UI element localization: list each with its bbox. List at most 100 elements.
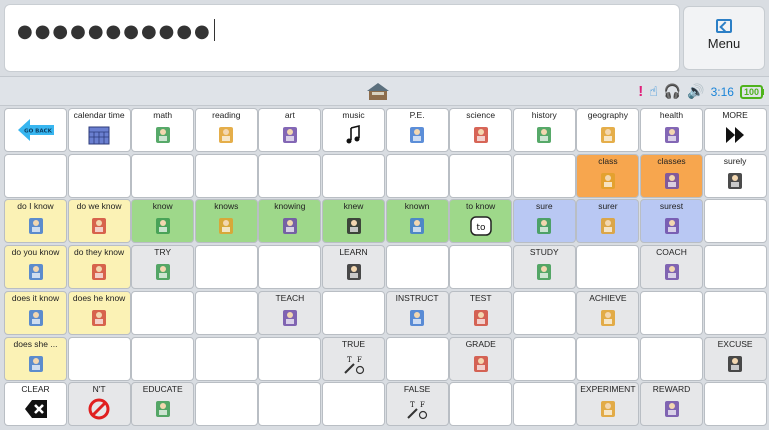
grid-button-try[interactable]: TRY: [131, 245, 195, 290]
grid-button-knows[interactable]: knows: [194, 199, 258, 244]
touch-icon[interactable]: ☝: [649, 83, 658, 100]
grid-button-clear[interactable]: CLEAR: [4, 382, 67, 427]
grid-button-n-t[interactable]: N'T: [67, 382, 131, 427]
grid-button-empty[interactable]: [194, 153, 258, 198]
grid-button-empty[interactable]: [640, 336, 703, 381]
grid-button-to-know[interactable]: to know to: [449, 199, 513, 244]
grid-button-empty[interactable]: [194, 336, 258, 381]
grid-button-known[interactable]: known: [385, 199, 449, 244]
grid-button-knew[interactable]: knew: [322, 199, 385, 244]
grid-button-excuse[interactable]: EXCUSE: [703, 336, 767, 381]
grid-button-empty[interactable]: [512, 382, 576, 427]
grid-button-reward[interactable]: REWARD: [640, 382, 703, 427]
grid-button-empty[interactable]: [449, 382, 513, 427]
grid-button-study[interactable]: STUDY: [512, 245, 576, 290]
grid-button-empty[interactable]: [703, 245, 767, 290]
grid-button-educate[interactable]: EDUCATE: [131, 382, 195, 427]
grid-button-empty[interactable]: [449, 245, 513, 290]
fast-forward-icon: [726, 127, 745, 143]
grid-button-empty[interactable]: [258, 245, 322, 290]
grid-button-math[interactable]: math: [131, 108, 195, 152]
grid-button-empty[interactable]: [576, 245, 640, 290]
menu-button[interactable]: Menu: [683, 6, 765, 70]
grid-button-empty[interactable]: [703, 290, 767, 335]
battery-icon: 100: [739, 84, 763, 99]
grid-button-do-you-know[interactable]: do you know: [4, 245, 67, 290]
grid-button-geography[interactable]: geography: [576, 108, 640, 152]
grid-button-health[interactable]: health: [640, 108, 703, 152]
grid-button-empty[interactable]: [194, 245, 258, 290]
grid-button-calendar-time[interactable]: calendar time: [67, 108, 131, 152]
grid-button-empty[interactable]: [449, 153, 513, 198]
grid-button-learn[interactable]: LEARN: [322, 245, 385, 290]
grid-button-more[interactable]: MORE: [703, 108, 767, 152]
grid-button-music[interactable]: music: [322, 108, 385, 152]
grid-button-empty[interactable]: [385, 336, 449, 381]
grid-button-knowing[interactable]: knowing: [258, 199, 322, 244]
grid-button-empty[interactable]: [67, 336, 131, 381]
grid-button-true[interactable]: TRUE T F: [322, 336, 385, 381]
button-grid: GO BACKGO BACK calendar time math reading ar…: [4, 108, 767, 428]
grid-button-empty[interactable]: [194, 290, 258, 335]
grid-button-empty[interactable]: [258, 153, 322, 198]
message-window[interactable]: ●●●●●●●●●●●: [4, 4, 680, 72]
grid-button-empty[interactable]: [703, 382, 767, 427]
grid-button-surely[interactable]: surely: [703, 153, 767, 198]
grid-button-experiment[interactable]: EXPERIMENT: [576, 382, 640, 427]
grid-button-does-it-know[interactable]: does it know: [4, 290, 67, 335]
grid-button-empty[interactable]: [512, 153, 576, 198]
grid-button-do-we-know[interactable]: do we know: [67, 199, 131, 244]
achieve-icon: [600, 309, 615, 326]
alert-icon[interactable]: !: [638, 83, 643, 100]
grid-button-go-back[interactable]: GO BACKGO BACK: [4, 108, 67, 152]
grid-button-empty[interactable]: [258, 382, 322, 427]
grid-button-class[interactable]: class: [576, 153, 640, 198]
grid-button-empty[interactable]: [322, 153, 385, 198]
message-text: ●●●●●●●●●●●: [17, 21, 212, 42]
no-icon: [88, 398, 110, 420]
grid-button-test[interactable]: TEST: [449, 290, 513, 335]
grid-button-history[interactable]: history: [512, 108, 576, 152]
grid-button-false[interactable]: FALSE T F: [385, 382, 449, 427]
grid-button-empty[interactable]: [258, 336, 322, 381]
clear-icon: [24, 400, 47, 419]
grid-button-p-e[interactable]: P.E.: [385, 108, 449, 152]
grid-button-science[interactable]: science: [449, 108, 513, 152]
grid-button-empty[interactable]: [131, 290, 195, 335]
grid-button-grade[interactable]: GRADE: [449, 336, 513, 381]
grid-button-label: science: [466, 110, 496, 120]
grid-button-do-they-know[interactable]: do they know: [67, 245, 131, 290]
grid-button-does-she[interactable]: does she ...: [4, 336, 67, 381]
grid-button-empty[interactable]: [194, 382, 258, 427]
grid-button-empty[interactable]: [322, 290, 385, 335]
grid-button-surer[interactable]: surer: [576, 199, 640, 244]
grid-button-reading[interactable]: reading: [194, 108, 258, 152]
grid-button-empty[interactable]: [703, 199, 767, 244]
grid-button-label: geography: [587, 110, 628, 120]
grid-button-teach[interactable]: TEACH: [258, 290, 322, 335]
grid-button-empty[interactable]: [512, 290, 576, 335]
grid-button-art[interactable]: art: [258, 108, 322, 152]
home-icon[interactable]: [366, 81, 390, 101]
grid-button-coach[interactable]: COACH: [640, 245, 703, 290]
grid-button-empty[interactable]: [512, 336, 576, 381]
grid-button-classes[interactable]: classes: [640, 153, 703, 198]
grid-button-surest[interactable]: surest: [640, 199, 703, 244]
speaker-icon[interactable]: 🔊: [687, 83, 704, 100]
grid-button-empty[interactable]: [385, 153, 449, 198]
grid-button-empty[interactable]: [640, 290, 703, 335]
grid-button-empty[interactable]: [322, 382, 385, 427]
grid-button-do-i-know[interactable]: do I know: [4, 199, 67, 244]
grid-button-achieve[interactable]: ACHIEVE: [576, 290, 640, 335]
grid-button-instruct[interactable]: INSTRUCT: [385, 290, 449, 335]
grid-button-empty[interactable]: [576, 336, 640, 381]
grid-button-empty[interactable]: [131, 153, 195, 198]
grid-button-know[interactable]: know: [131, 199, 195, 244]
headphones-icon[interactable]: 🎧: [664, 83, 681, 100]
grid-button-empty[interactable]: [385, 245, 449, 290]
grid-button-empty[interactable]: [131, 336, 195, 381]
grid-button-empty[interactable]: [67, 153, 131, 198]
grid-button-empty[interactable]: [4, 153, 67, 198]
grid-button-does-he-know[interactable]: does he know: [67, 290, 131, 335]
grid-button-sure[interactable]: sure: [512, 199, 576, 244]
